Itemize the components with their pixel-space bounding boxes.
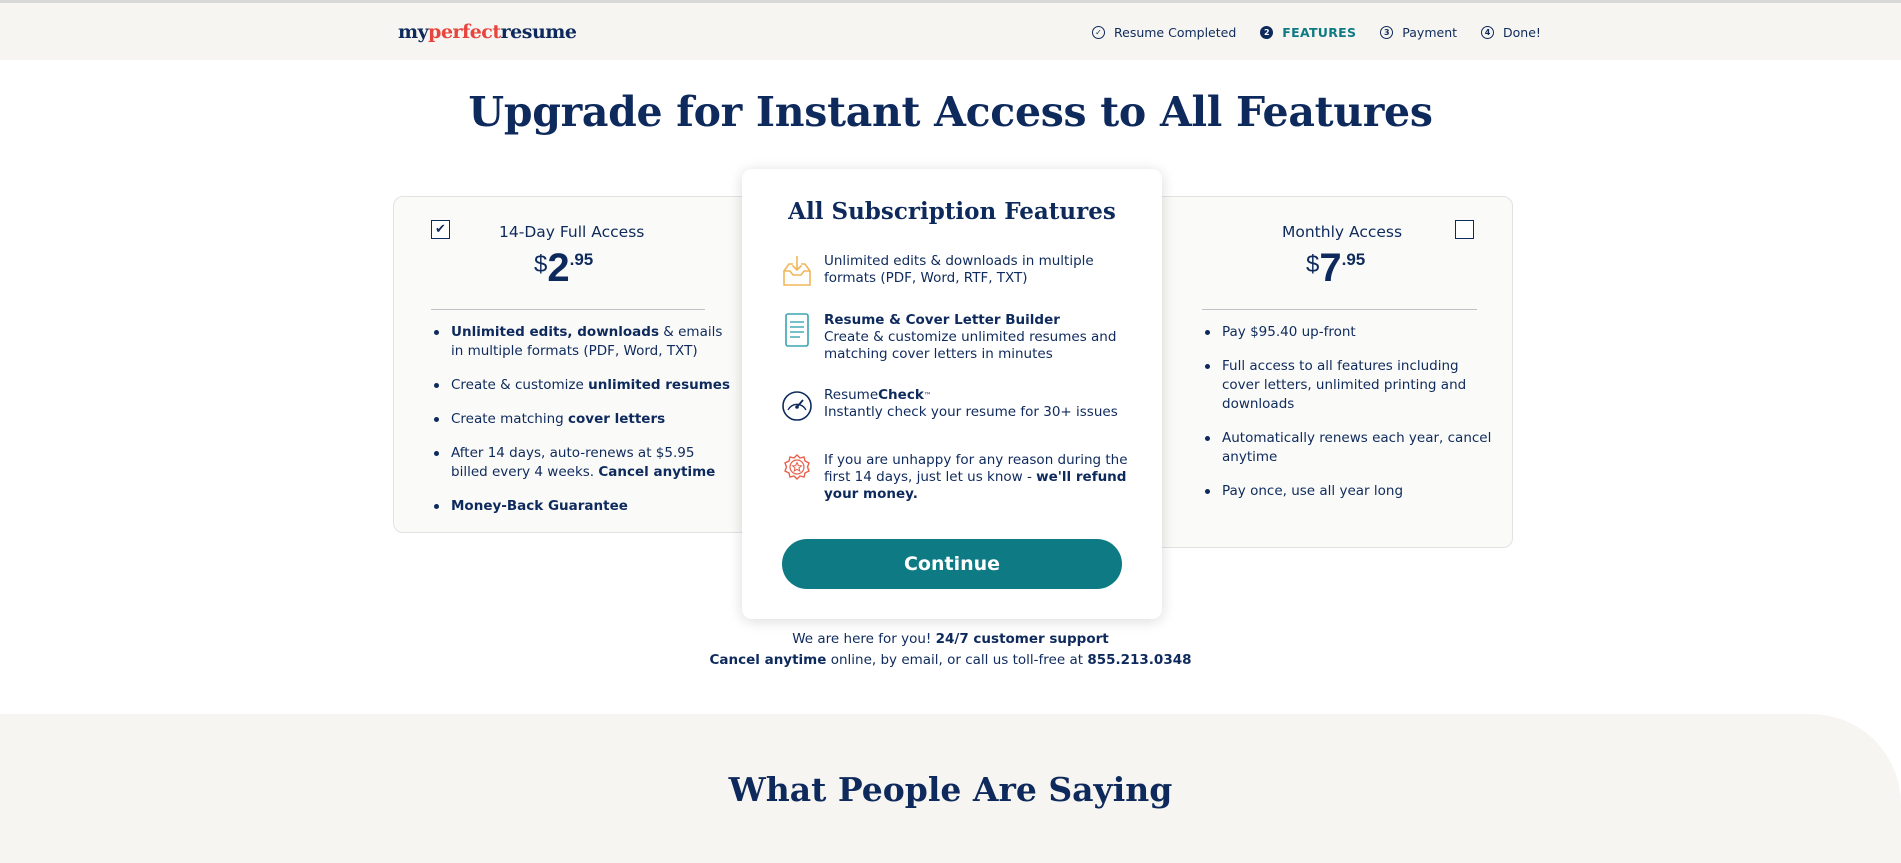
list-item: Create matching cover letters	[431, 410, 731, 429]
logo-part-perfect: perfect	[428, 21, 501, 43]
checkmark-icon: ✔	[435, 222, 446, 237]
item-text: Create matching	[451, 411, 569, 427]
feature-text: Unlimited edits & downloads in multiple …	[824, 253, 1094, 286]
testimonials-title: What People Are Saying	[728, 770, 1173, 809]
plan-14-day-checkbox[interactable]: ✔	[431, 220, 450, 239]
price-currency: $	[1306, 251, 1320, 278]
feature-text-block: ResumeCheck™ Instantly check your resume…	[824, 387, 1118, 423]
price-currency: $	[534, 251, 548, 278]
step-label: FEATURES	[1282, 25, 1357, 40]
brand-logo[interactable]: myperfectresume	[398, 21, 577, 43]
feature-text-block: If you are unhappy for any reason during…	[824, 452, 1130, 503]
support-phone-link[interactable]: 855.213.0348	[1087, 652, 1191, 668]
price-dollars: 7	[1319, 246, 1342, 290]
step-done: 4 Done!	[1481, 25, 1541, 40]
list-item: Create & customize unlimited resumes	[431, 376, 731, 395]
price-dollars: 2	[547, 246, 570, 290]
continue-button[interactable]: Continue	[782, 539, 1122, 589]
plan-price: $7.95	[1306, 246, 1365, 291]
plan-card-monthly[interactable]: Monthly Access $7.95 Pay $95.40 up-front…	[1140, 196, 1513, 548]
gauge-icon	[782, 391, 812, 421]
step-number-2-icon: 2	[1260, 26, 1274, 39]
list-item: After 14 days, auto-renews at $5.95 bill…	[431, 444, 731, 482]
check-circle-icon: ✓	[1092, 26, 1105, 39]
plan-card-14-day[interactable]: ✔ 14-Day Full Access $2.95 Unlimited edi…	[393, 196, 753, 533]
features-title: All Subscription Features	[788, 198, 1116, 225]
step-resume-completed: ✓ Resume Completed	[1092, 25, 1236, 40]
feature-heading-plain: Resume	[824, 387, 879, 403]
list-item: Pay once, use all year long	[1202, 482, 1492, 501]
page-title: Upgrade for Instant Access to All Featur…	[468, 88, 1433, 136]
support-text: online, by email, or call us toll-free a…	[826, 652, 1088, 668]
support-text: We are here for you!	[792, 631, 936, 647]
feature-downloads: Unlimited edits & downloads in multiple …	[780, 253, 1130, 289]
list-item: Pay $95.40 up-front	[1202, 323, 1492, 342]
feature-text-block: Resume & Cover Letter Builder Create & c…	[824, 312, 1130, 363]
step-label: Resume Completed	[1114, 25, 1237, 40]
plan-monthly-checkbox[interactable]	[1455, 220, 1474, 239]
price-cents: .95	[569, 250, 594, 269]
trademark-symbol: ™	[923, 391, 932, 400]
download-tray-icon	[783, 256, 811, 286]
item-bold: Money-Back Guarantee	[451, 498, 628, 514]
support-bold: 24/7 customer support	[935, 631, 1109, 647]
feature-heading-bold: Check	[878, 387, 924, 403]
plan-divider	[431, 309, 705, 310]
list-item: Automatically renews each year, cancel a…	[1202, 429, 1492, 467]
list-item: Unlimited edits, downloads & emails in m…	[431, 323, 731, 361]
logo-part-my: my	[398, 21, 429, 43]
item-bold: unlimited resumes	[588, 377, 730, 393]
support-line-1: We are here for you! 24/7 customer suppo…	[0, 631, 1901, 647]
step-features: 2 FEATURES	[1260, 25, 1356, 40]
plan-title: Monthly Access	[1282, 223, 1403, 241]
item-bold: cover letters	[568, 411, 666, 427]
logo-part-resume: resume	[500, 21, 577, 43]
plan-feature-list: Unlimited edits, downloads & emails in m…	[431, 323, 731, 531]
support-bold: Cancel anytime	[709, 652, 827, 668]
top-header: myperfectresume ✓ Resume Completed 2 FEA…	[0, 3, 1901, 60]
feature-text: Instantly check your resume for 30+ issu…	[824, 404, 1118, 420]
item-bold: Unlimited edits, downloads	[451, 324, 659, 340]
list-item: Money-Back Guarantee	[431, 497, 731, 516]
feature-builder: Resume & Cover Letter Builder Create & c…	[780, 312, 1130, 363]
plan-divider	[1202, 309, 1477, 310]
badge-star-icon	[784, 454, 810, 480]
support-line-2: Cancel anytime online, by email, or call…	[0, 652, 1901, 668]
item-text: Create & customize	[451, 377, 589, 393]
step-label: Payment	[1402, 25, 1458, 40]
step-number-4-icon: 4	[1481, 26, 1495, 39]
document-icon	[785, 313, 809, 347]
step-label: Done!	[1503, 25, 1541, 40]
item-bold: Cancel anytime	[598, 464, 716, 480]
subscription-features-card: All Subscription Features Unlimited edit…	[742, 169, 1162, 619]
step-number-3-icon: 3	[1380, 26, 1394, 39]
plan-feature-list: Pay $95.40 up-front Full access to all f…	[1202, 323, 1492, 516]
feature-text: Create & customize unlimited resumes and…	[824, 329, 1117, 362]
plan-price: $2.95	[534, 246, 593, 291]
step-payment: 3 Payment	[1380, 25, 1457, 40]
list-item: Full access to all features including co…	[1202, 357, 1492, 414]
feature-resumecheck: ResumeCheck™ Instantly check your resume…	[780, 387, 1130, 423]
progress-steps: ✓ Resume Completed 2 FEATURES 3 Payment …	[1092, 25, 1565, 40]
feature-heading: Resume & Cover Letter Builder	[824, 312, 1060, 328]
price-cents: .95	[1341, 250, 1366, 269]
feature-guarantee: If you are unhappy for any reason during…	[780, 452, 1130, 503]
plan-title: 14-Day Full Access	[499, 223, 645, 241]
